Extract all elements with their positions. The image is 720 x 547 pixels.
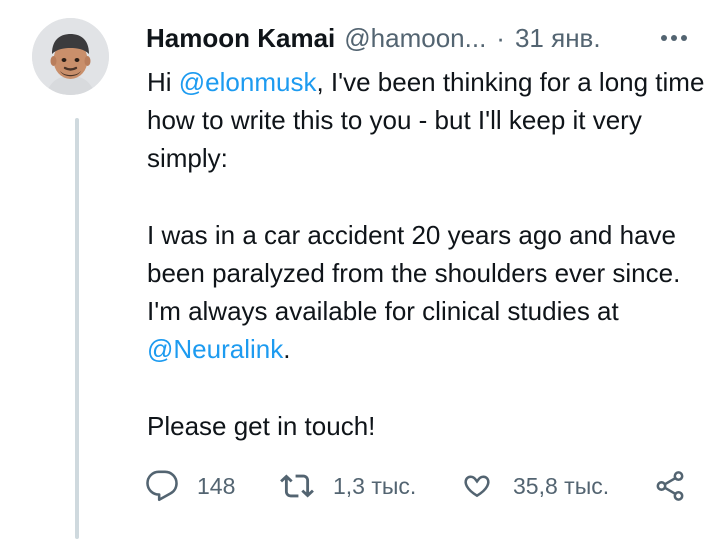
retweet-button[interactable]: 1,3 тыс. [279,464,416,508]
tweet-paragraph-3: Please get in touch! [147,410,376,441]
author-handle[interactable]: @hamoon... [344,18,486,58]
tweet-actions: 148 1,3 тыс. 35,8 тыс. [145,464,705,508]
mention-neuralink[interactable]: @Neuralink [147,334,283,364]
memoji-avatar-icon [32,18,109,95]
text-span: . [283,334,291,365]
tweet-header: Hamoon Kamai @hamoon... · 31 янв. [146,18,691,58]
share-button[interactable] [653,464,687,508]
more-dots-icon [661,35,687,41]
more-options-button[interactable] [657,18,691,58]
text-span: Hi [147,67,179,97]
tweet-text: Hi @elonmusk, I've been thinking for a l… [147,63,707,445]
tweet-timestamp[interactable]: 31 янв. [515,18,601,58]
header-separator: · [496,23,505,53]
text-span: I was in a car accident 20 years ago and… [147,219,681,327]
mention-elonmusk[interactable]: @elonmusk [179,67,317,97]
author-name[interactable]: Hamoon Kamai [146,18,335,58]
reply-button[interactable]: 148 [145,464,235,508]
avatar[interactable] [32,18,109,95]
heart-icon [459,469,495,503]
like-button[interactable]: 35,8 тыс. [459,464,609,508]
like-count: 35,8 тыс. [513,472,610,499]
retweet-icon [279,469,315,503]
share-icon [653,469,687,503]
tweet-paragraph-2: I was in a car accident 20 years ago and… [147,216,707,369]
reply-count: 148 [197,472,236,499]
reply-bubble-icon [145,469,179,503]
retweet-count: 1,3 тыс. [333,472,417,499]
tweet-paragraph-1: Hi @elonmusk, I've been thinking for a l… [147,63,707,178]
thread-line [75,118,79,539]
